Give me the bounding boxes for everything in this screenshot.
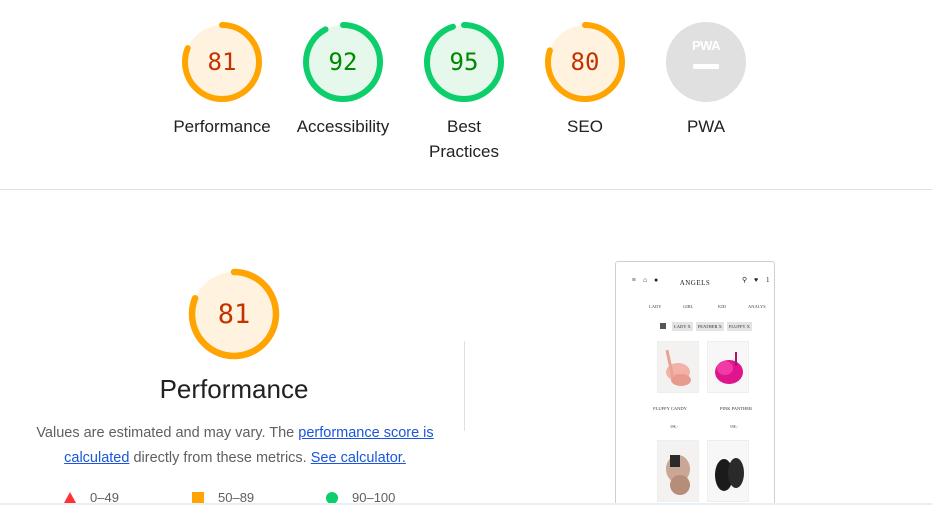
- see-calculator-link[interactable]: See calculator.: [311, 450, 406, 466]
- desc-prefix: Values are estimated and may vary. The: [36, 425, 299, 441]
- pwa-dash-icon: [693, 64, 719, 69]
- product-image: [657, 440, 699, 502]
- pwa-badge-text: PWA: [692, 38, 721, 53]
- pwa-label: PWA: [686, 117, 726, 136]
- accessibility-score: 92: [329, 48, 358, 76]
- pwa-badge-icon: PWA: [666, 22, 746, 102]
- gauge-seo[interactable]: 80 SEO: [530, 20, 640, 139]
- performance-main-gauge: 81: [186, 266, 282, 362]
- filter-icon: [660, 323, 666, 329]
- preview-filter-chips: LADY X FEATHER X FLUFFY X: [660, 321, 752, 331]
- preview-chip: FLUFFY X: [726, 321, 752, 331]
- product-price: 59€,-: [729, 424, 739, 429]
- performance-main-score: 81: [218, 299, 251, 330]
- performance-score: 81: [208, 48, 237, 76]
- gauge-accessibility[interactable]: 92 Accessibility: [288, 20, 398, 139]
- preview-nav-item: GIRL: [683, 304, 694, 309]
- average-square-icon: [192, 491, 204, 504]
- performance-label: Performance: [173, 117, 271, 136]
- product-price: 39€,-: [669, 424, 679, 429]
- gauge-pwa[interactable]: PWA PWA: [651, 20, 761, 139]
- preview-nav: LADY GIRL KID ANALYS: [616, 304, 774, 312]
- product-image: [707, 440, 749, 502]
- performance-main-ring: 81: [188, 268, 280, 360]
- accessibility-label: Accessibility: [296, 117, 390, 136]
- preview-nav-item: ANALYS: [748, 304, 766, 309]
- desc-middle: directly from these metrics.: [129, 450, 311, 466]
- product-image-fluffy-candy: [657, 341, 699, 393]
- fail-triangle-icon: [64, 492, 76, 503]
- final-screenshot-preview[interactable]: ≡ ⌂ ● ⚲ ♥ 1 ANGELS LADY GIRL KID ANALYS …: [615, 261, 775, 505]
- performance-gauge-ring: 81: [182, 22, 262, 102]
- accessibility-gauge-ring: 92: [303, 22, 383, 102]
- seo-score: 80: [571, 48, 600, 76]
- preview-chip: FEATHER X: [695, 321, 724, 331]
- category-scores-row: 81 Performance 92 Accessibility 95 Best …: [0, 0, 932, 190]
- best-practices-label: Best Practices: [429, 117, 499, 161]
- section-divider: [464, 341, 465, 431]
- product-image-pink-panther: [707, 341, 749, 393]
- performance-description: Values are estimated and may vary. The p…: [30, 421, 440, 471]
- seo-gauge-ring: 80: [545, 22, 625, 102]
- product-name: PINK PANTHER: [720, 406, 752, 411]
- gauge-best-practices[interactable]: 95 Best Practices: [409, 20, 519, 164]
- product-name: FLUFFY CANDY: [653, 406, 687, 411]
- preview-chip: LADY X: [672, 321, 693, 331]
- seo-label: SEO: [567, 117, 603, 136]
- preview-nav-item: LADY: [649, 304, 662, 309]
- preview-nav-item: KID: [718, 304, 726, 309]
- preview-brand: ANGELS: [679, 279, 711, 287]
- performance-title: Performance: [159, 374, 309, 404]
- best-practices-gauge-ring: 95: [424, 22, 504, 102]
- best-practices-score: 95: [450, 48, 479, 76]
- pass-circle-icon: [326, 491, 338, 504]
- gauge-performance[interactable]: 81 Performance: [167, 20, 277, 139]
